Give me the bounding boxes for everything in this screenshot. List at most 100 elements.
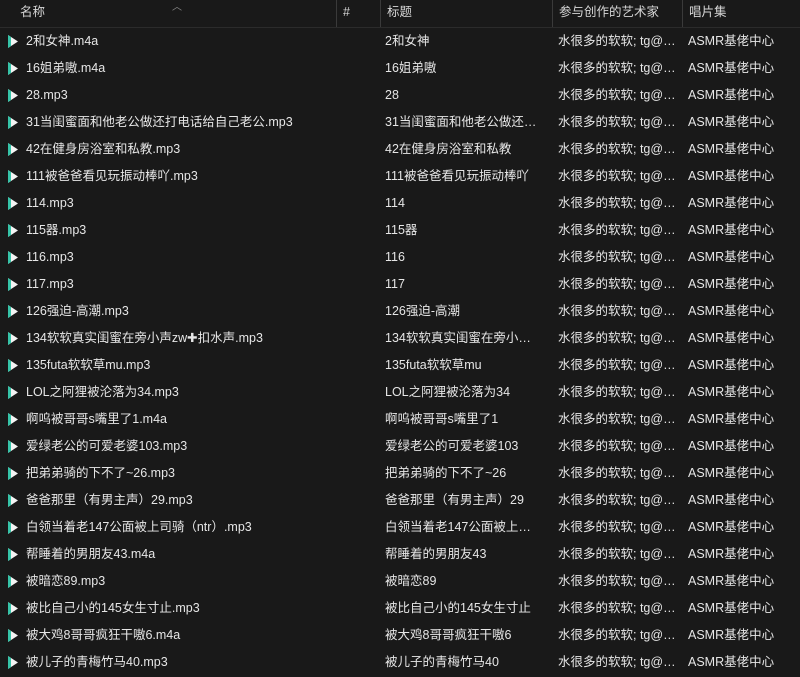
file-album: ASMR基佬中心	[688, 493, 775, 507]
file-title: 16姐弟嗷	[385, 61, 437, 75]
file-name: 134软软真实闺蜜在旁小声zw✚扣水声.mp3	[26, 331, 263, 345]
file-album: ASMR基佬中心	[688, 628, 775, 642]
file-title: 被暗恋89	[385, 574, 437, 588]
file-name: 116.mp3	[26, 250, 74, 264]
file-artists: 水很多的软软; tg@a...	[558, 115, 676, 129]
file-artists: 水很多的软软; tg@a...	[558, 601, 676, 615]
file-row[interactable]: 啊呜被哥哥s嘴里了1.m4a 啊呜被哥哥s嘴里了1 水很多的软软; tg@a... A…	[0, 406, 800, 433]
file-album: ASMR基佬中心	[688, 142, 775, 156]
audio-file-icon	[6, 655, 20, 670]
file-album: ASMR基佬中心	[688, 574, 775, 588]
file-title: 134软软真实闺蜜在旁小声zw...	[385, 331, 540, 345]
file-album: ASMR基佬中心	[688, 655, 775, 669]
column-header-album[interactable]: 唱片集	[682, 0, 800, 27]
file-name: 被比自己小的145女生寸止.mp3	[26, 601, 200, 615]
file-title: 把弟弟骑的下不了~26	[385, 466, 507, 480]
file-row[interactable]: 42在健身房浴室和私教.mp3 42在健身房浴室和私教 水很多的软软; tg@a..…	[0, 136, 800, 163]
file-row[interactable]: 2和女神.m4a 2和女神 水很多的软软; tg@a... ASMR基佬中心	[0, 28, 800, 55]
file-row[interactable]: 爸爸那里（有男主声）29.mp3 爸爸那里（有男主声）29 水很多的软软; tg@a…	[0, 487, 800, 514]
file-row[interactable]: 111被爸爸看见玩振动棒吖.mp3 111被爸爸看见玩振动棒吖 水很多的软软; tg…	[0, 163, 800, 190]
column-header-title-label: 标题	[387, 5, 413, 19]
file-album: ASMR基佬中心	[688, 115, 775, 129]
file-title: 爸爸那里（有男主声）29	[385, 493, 524, 507]
file-name: 117.mp3	[26, 277, 74, 291]
file-row[interactable]: 16姐弟嗷.m4a 16姐弟嗷 水很多的软软; tg@a... ASMR基佬中心	[0, 55, 800, 82]
file-artists: 水很多的软软; tg@a...	[558, 358, 676, 372]
file-row[interactable]: 被大鸡8哥哥疯狂干嗷6.m4a 被大鸡8哥哥疯狂干嗷6 水很多的软软; tg@a..…	[0, 622, 800, 649]
file-row[interactable]: LOL之阿狸被沦落为34.mp3 LOL之阿狸被沦落为34 水很多的软软; tg@a…	[0, 379, 800, 406]
file-row[interactable]: 把弟弟骑的下不了~26.mp3 把弟弟骑的下不了~26 水很多的软软; tg@a..…	[0, 460, 800, 487]
file-title: 115器	[385, 223, 418, 237]
file-row[interactable]: 116.mp3 116 水很多的软软; tg@a... ASMR基佬中心	[0, 244, 800, 271]
file-row[interactable]: 31当闺蜜面和他老公做还打电话给自己老公.mp3 31当闺蜜面和他老公做还打...…	[0, 109, 800, 136]
file-name: 42在健身房浴室和私教.mp3	[26, 142, 181, 156]
file-name: 被儿子的青梅竹马40.mp3	[26, 655, 168, 669]
file-artists: 水很多的软软; tg@a...	[558, 412, 676, 426]
audio-file-icon	[6, 304, 20, 319]
file-name: 被大鸡8哥哥疯狂干嗷6.m4a	[26, 628, 181, 642]
file-album: ASMR基佬中心	[688, 34, 775, 48]
file-artists: 水很多的软软; tg@a...	[558, 34, 676, 48]
file-row[interactable]: 28.mp3 28 水很多的软软; tg@a... ASMR基佬中心	[0, 82, 800, 109]
file-row[interactable]: 帮睡着的男朋友43.m4a 帮睡着的男朋友43 水很多的软软; tg@a... ASM…	[0, 541, 800, 568]
file-album: ASMR基佬中心	[688, 61, 775, 75]
audio-file-icon	[6, 223, 20, 238]
column-header-number[interactable]: #	[336, 0, 380, 27]
file-row[interactable]: 白领当着老147公面被上司骑（ntr）.mp3 白领当着老147公面被上司骑...…	[0, 514, 800, 541]
file-album: ASMR基佬中心	[688, 466, 775, 480]
column-header-artists[interactable]: 参与创作的艺术家	[552, 0, 682, 27]
file-artists: 水很多的软软; tg@a...	[558, 628, 676, 642]
audio-file-icon	[6, 196, 20, 211]
file-artists: 水很多的软软; tg@a...	[558, 169, 676, 183]
file-list: 名称 ︿ # 标题 参与创作的艺术家 唱片集 2和女神.m4a 2和女神 水很多的软…	[0, 0, 800, 677]
file-artists: 水很多的软软; tg@a...	[558, 574, 676, 588]
file-album: ASMR基佬中心	[688, 412, 775, 426]
file-name: 帮睡着的男朋友43.m4a	[26, 547, 156, 561]
file-album: ASMR基佬中心	[688, 547, 775, 561]
file-row[interactable]: 135futa软软草mu.mp3 135futa软软草mu 水很多的软软; tg@a…	[0, 352, 800, 379]
file-title: 116	[385, 250, 405, 264]
file-title: 117	[385, 277, 405, 291]
file-album: ASMR基佬中心	[688, 169, 775, 183]
file-row[interactable]: 117.mp3 117 水很多的软软; tg@a... ASMR基佬中心	[0, 271, 800, 298]
file-album: ASMR基佬中心	[688, 223, 775, 237]
audio-file-icon	[6, 88, 20, 103]
file-row[interactable]: 被暗恋89.mp3 被暗恋89 水很多的软软; tg@a... ASMR基佬中心	[0, 568, 800, 595]
file-row[interactable]: 134软软真实闺蜜在旁小声zw✚扣水声.mp3 134软软真实闺蜜在旁小声zw..…	[0, 325, 800, 352]
audio-file-icon	[6, 331, 20, 346]
file-artists: 水很多的软软; tg@a...	[558, 142, 676, 156]
column-header-title[interactable]: 标题	[380, 0, 552, 27]
file-artists: 水很多的软软; tg@a...	[558, 466, 676, 480]
file-name: 126强迫-高潮.mp3	[26, 304, 129, 318]
file-title: 被儿子的青梅竹马40	[385, 655, 499, 669]
file-row[interactable]: 114.mp3 114 水很多的软软; tg@a... ASMR基佬中心	[0, 190, 800, 217]
file-name: 114.mp3	[26, 196, 74, 210]
audio-file-icon	[6, 412, 20, 427]
file-title: 帮睡着的男朋友43	[385, 547, 487, 561]
file-title: 被大鸡8哥哥疯狂干嗷6	[385, 628, 512, 642]
file-artists: 水很多的软软; tg@a...	[558, 250, 676, 264]
file-artists: 水很多的软软; tg@a...	[558, 223, 676, 237]
column-header-artists-label: 参与创作的艺术家	[559, 5, 660, 19]
audio-file-icon	[6, 439, 20, 454]
file-row[interactable]: 126强迫-高潮.mp3 126强迫-高潮 水很多的软软; tg@a... ASMR基…	[0, 298, 800, 325]
file-name: 135futa软软草mu.mp3	[26, 358, 151, 372]
file-title: 135futa软软草mu	[385, 358, 482, 372]
file-title: 114	[385, 196, 405, 210]
file-album: ASMR基佬中心	[688, 331, 775, 345]
file-row[interactable]: 爱绿老公的可爱老婆103.mp3 爱绿老公的可爱老婆103 水很多的软软; tg@a…	[0, 433, 800, 460]
file-row[interactable]: 被比自己小的145女生寸止.mp3 被比自己小的145女生寸止 水很多的软软; tg…	[0, 595, 800, 622]
file-artists: 水很多的软软; tg@a...	[558, 439, 676, 453]
file-row[interactable]: 被儿子的青梅竹马40.mp3 被儿子的青梅竹马40 水很多的软软; tg@a... A…	[0, 649, 800, 676]
file-title: 28	[385, 88, 399, 102]
file-artists: 水很多的软软; tg@a...	[558, 385, 676, 399]
file-name: 31当闺蜜面和他老公做还打电话给自己老公.mp3	[26, 115, 293, 129]
file-row[interactable]: 115器.mp3 115器 水很多的软软; tg@a... ASMR基佬中心	[0, 217, 800, 244]
column-header-name-label: 名称	[20, 5, 46, 19]
file-name: 爸爸那里（有男主声）29.mp3	[26, 493, 193, 507]
file-album: ASMR基佬中心	[688, 196, 775, 210]
file-album: ASMR基佬中心	[688, 277, 775, 291]
file-title: 爱绿老公的可爱老婆103	[385, 439, 519, 453]
file-artists: 水很多的软软; tg@a...	[558, 196, 676, 210]
audio-file-icon	[6, 34, 20, 49]
